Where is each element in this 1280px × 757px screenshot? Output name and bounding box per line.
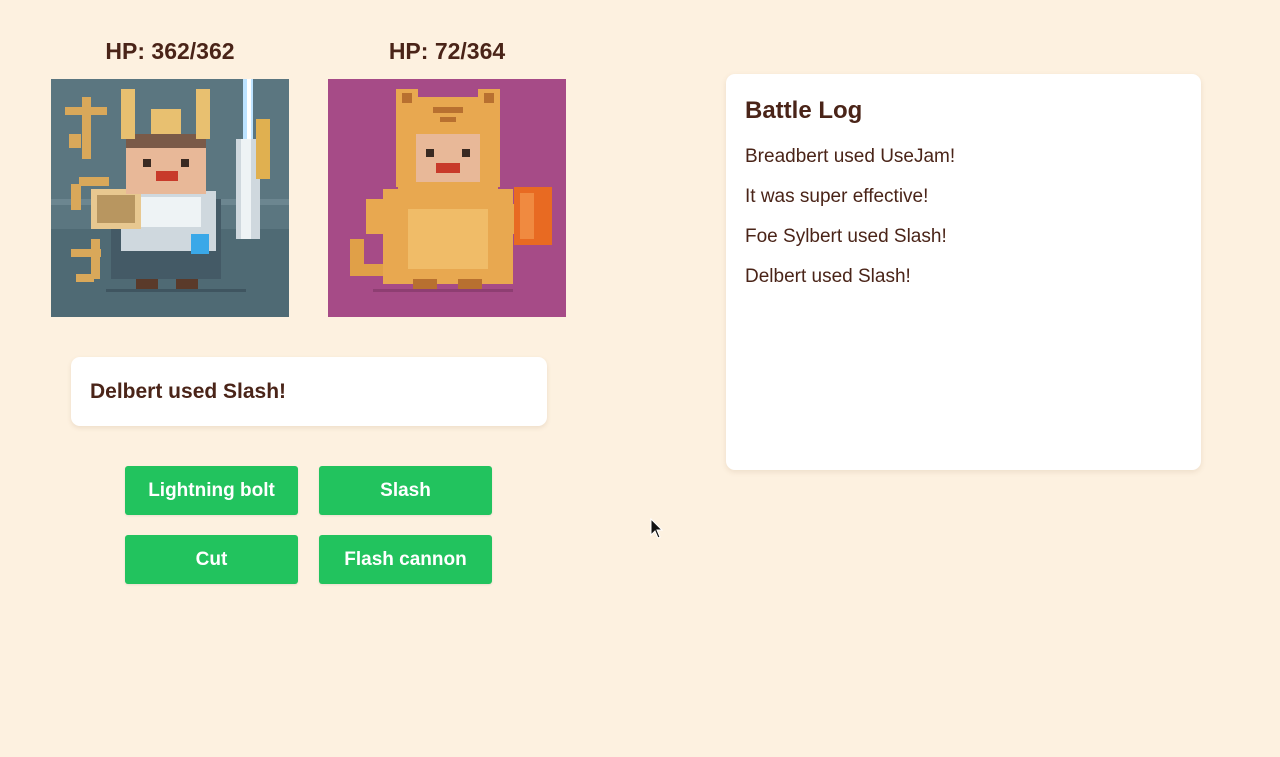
battle-log-entry: Foe Sylbert used Slash! [745,226,947,247]
move-button-cut[interactable]: Cut [125,535,298,584]
move-button-slash[interactable]: Slash [319,466,492,515]
battle-log-entry: Breadbert used UseJam! [745,146,956,167]
foe-hp-label: HP: 72/364 [388,38,506,64]
foe-sprite [328,79,566,317]
armored-warrior-sprite-icon [51,79,289,317]
mouse-cursor-icon [650,518,664,539]
cat-costume-sprite-icon [328,79,566,317]
battle-log-entry: It was super effective! [745,186,929,207]
battle-message-box: Delbert used Slash! [71,357,547,426]
battle-log-title: Battle Log [745,97,863,124]
battle-log-entry: Delbert used Slash! [745,266,911,287]
player-sprite [51,79,289,317]
battle-message-text: Delbert used Slash! [90,379,287,403]
move-button-lightning-bolt[interactable]: Lightning bolt [125,466,298,515]
move-button-flash-cannon[interactable]: Flash cannon [319,535,492,584]
battle-log-panel: Battle Log Breadbert used UseJam! It was… [726,74,1201,470]
player-hp-label: HP: 362/362 [105,38,235,64]
